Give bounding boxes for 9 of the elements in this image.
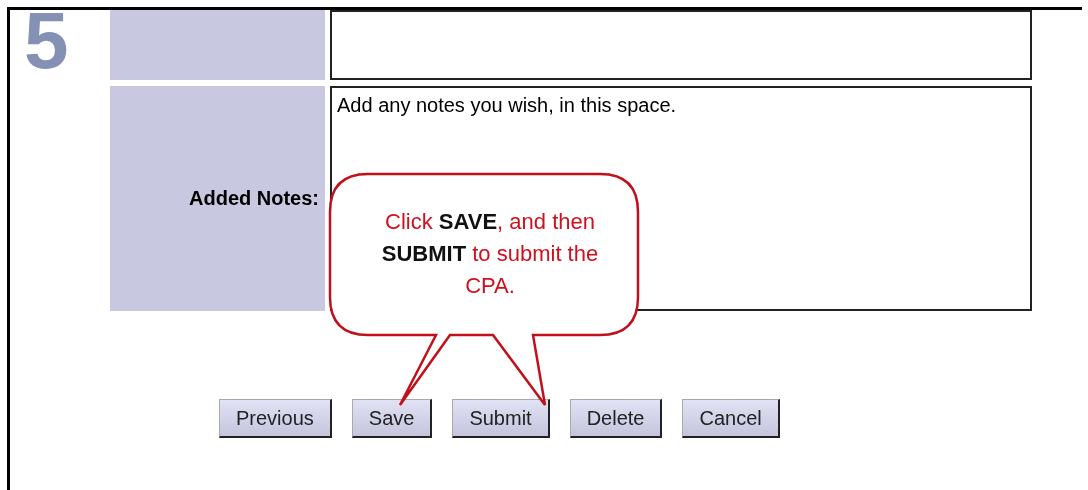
form-button[interactable]: Submit (452, 399, 550, 438)
form-button[interactable]: Previous (219, 399, 332, 438)
text-field[interactable] (330, 10, 1032, 80)
callout-text: Click SAVE, and then SUBMIT to submit the CPA. (380, 208, 600, 300)
form-button[interactable]: Delete (569, 399, 663, 438)
notes-label: Added Notes: (189, 187, 319, 210)
form-button[interactable]: Cancel (682, 399, 780, 438)
step-number: 5 (24, 6, 69, 76)
form-button[interactable]: Save (351, 399, 433, 438)
